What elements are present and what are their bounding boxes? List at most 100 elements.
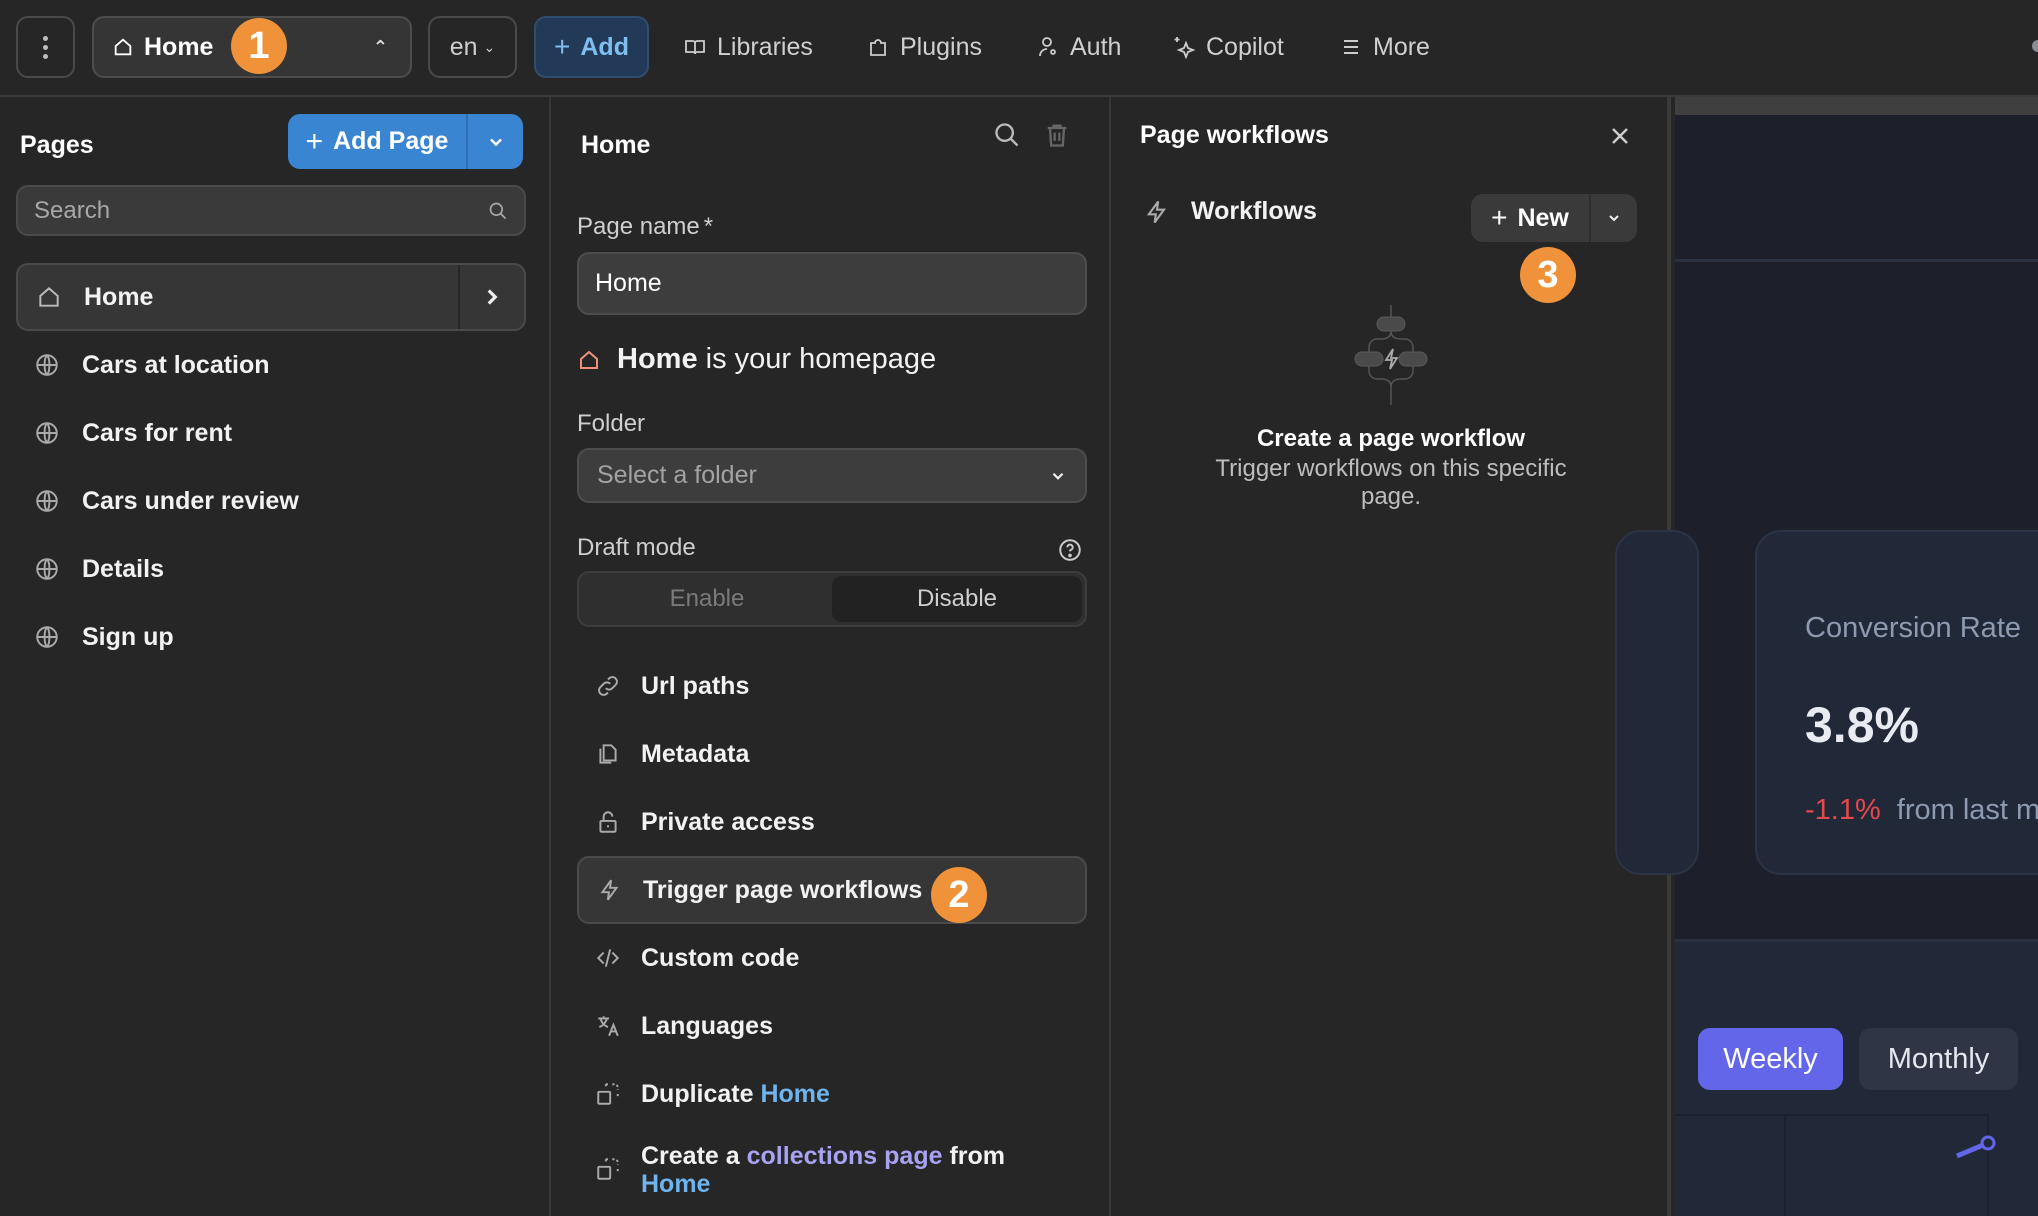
lock-open-icon xyxy=(599,811,617,833)
nav-auth[interactable]: Auth xyxy=(1036,16,1121,78)
globe-icon xyxy=(36,422,58,444)
add-label: Add xyxy=(580,32,629,61)
menu-item-label: Url paths xyxy=(641,671,750,700)
chart-point xyxy=(1980,1135,1996,1151)
nav-plugins-label: Plugins xyxy=(900,32,982,61)
duplicate-icon xyxy=(597,1158,619,1180)
chevron-right-icon xyxy=(487,289,498,305)
search-icon[interactable] xyxy=(993,121,1021,149)
menu-trigger-page-workflows[interactable]: Trigger page workflows xyxy=(577,856,1087,924)
chevron-down-icon xyxy=(1052,472,1064,480)
globe-icon xyxy=(36,354,58,376)
duplicate-page-link: Home xyxy=(760,1079,830,1108)
canvas-preview: Conversion Rate 3.8% -1.1% from last m We… xyxy=(1615,97,2038,1216)
page-item-sign-up[interactable]: Sign up xyxy=(16,603,526,671)
page-item-home[interactable]: Home xyxy=(16,263,526,331)
kebab-vertical-icon xyxy=(43,35,48,59)
page-item-details[interactable]: Details xyxy=(16,535,526,603)
page-name-label: Page name * xyxy=(577,213,713,241)
home-icon xyxy=(580,350,598,369)
language-selector[interactable]: en ⌄ xyxy=(428,16,517,78)
page-list: Home Cars at location Cars for rent Cars… xyxy=(16,263,526,671)
menu-item-label: Custom code xyxy=(641,943,800,972)
menu-private-access[interactable]: Private access xyxy=(577,788,1087,856)
pages-title: Pages xyxy=(20,131,94,159)
page-settings-panel: Home Page name* Home is your homepage Fo… xyxy=(551,97,1111,1216)
page-workflows-title: Page workflows xyxy=(1140,121,1329,149)
menu-metadata[interactable]: Metadata xyxy=(577,720,1087,788)
page-settings-title: Home xyxy=(581,131,651,159)
overflow-indicator xyxy=(2032,40,2038,52)
menu-item-label: Duplicate xyxy=(641,1079,754,1108)
page-name-input[interactable] xyxy=(577,252,1087,315)
menu-item-label: Metadata xyxy=(641,739,750,768)
nav-more[interactable]: More xyxy=(1339,16,1430,78)
folder-label: Folder xyxy=(577,410,646,437)
chevron-down-icon: ⌄ xyxy=(483,38,496,55)
pages-search xyxy=(16,185,526,236)
nav-auth-label: Auth xyxy=(1070,32,1122,61)
homepage-note-name: Home xyxy=(617,343,698,375)
close-icon xyxy=(1612,128,1628,144)
menu-item-label: Languages xyxy=(641,1011,773,1040)
add-page-label: Add Page xyxy=(333,127,449,155)
stat-card-delta-suffix: from last m xyxy=(1896,794,2038,826)
pages-search-input[interactable] xyxy=(34,196,461,225)
sparkles-icon xyxy=(1174,37,1196,59)
page-selector-label: Home xyxy=(144,32,214,61)
puzzle-icon xyxy=(870,39,886,56)
empty-state-subtitle: Trigger workflows on this specific page. xyxy=(1215,455,1567,510)
page-settings-expand-button[interactable] xyxy=(458,265,524,329)
menu-languages[interactable]: Languages xyxy=(577,992,1087,1060)
new-workflow-button[interactable]: + New xyxy=(1471,194,1591,242)
nav-libraries[interactable]: Libraries xyxy=(683,16,813,78)
chart-section: Weekly Monthly xyxy=(1675,939,2038,1216)
top-toolbar: Home ⌃ 1 en ⌄ + Add Libraries Plugins Au… xyxy=(0,0,2038,97)
menu-item-label: Private access xyxy=(641,807,815,836)
draft-mode-enable[interactable]: Enable xyxy=(582,576,832,622)
menu-duplicate-page[interactable]: Duplicate Home xyxy=(577,1060,1087,1128)
more-options-button[interactable] xyxy=(16,16,75,78)
toggle-monthly[interactable]: Monthly xyxy=(1859,1028,2018,1090)
close-button[interactable] xyxy=(1603,119,1637,153)
trash-icon[interactable] xyxy=(1043,121,1071,149)
chevron-down-icon xyxy=(489,138,502,146)
add-page-button[interactable]: + Add Page xyxy=(288,114,468,169)
homepage-note-text: is your homepage xyxy=(705,343,937,375)
stat-card-label: Conversion Rate xyxy=(1805,612,2021,644)
new-workflow-dropdown-button[interactable] xyxy=(1591,194,1637,242)
page-workflows-panel: Page workflows Workflows + New 3 Create … xyxy=(1111,97,1671,1216)
add-page-dropdown-button[interactable] xyxy=(468,114,523,169)
collections-page-link: collections page xyxy=(746,1142,943,1170)
add-button[interactable]: + Add xyxy=(534,16,649,78)
stat-card-delta: -1.1% from last m xyxy=(1805,794,2038,827)
collections-source-link: Home xyxy=(641,1170,711,1198)
help-icon[interactable] xyxy=(1057,537,1083,563)
draft-mode-disable[interactable]: Disable xyxy=(832,576,1082,622)
user-key-icon xyxy=(1039,37,1056,57)
search-icon xyxy=(489,202,507,219)
folder-select[interactable]: Select a folder xyxy=(577,448,1087,503)
stat-card-conversion-rate: Conversion Rate 3.8% -1.1% from last m xyxy=(1755,530,2038,875)
nav-copilot-label: Copilot xyxy=(1206,32,1284,61)
nav-more-label: More xyxy=(1373,32,1430,61)
chevron-up-icon: ⌃ xyxy=(372,36,388,57)
page-item-cars-for-rent[interactable]: Cars for rent xyxy=(16,399,526,467)
globe-icon xyxy=(36,558,58,580)
nav-plugins[interactable]: Plugins xyxy=(866,16,982,78)
homepage-note: Home is your homepage xyxy=(577,343,936,376)
toggle-weekly[interactable]: Weekly xyxy=(1698,1028,1843,1090)
chart-section-divider xyxy=(1675,939,2038,942)
pages-panel: Pages + Add Page Home Cars at location C… xyxy=(0,97,551,1216)
page-item-label: Cars under review xyxy=(82,486,299,515)
page-item-cars-under-review[interactable]: Cars under review xyxy=(16,467,526,535)
home-icon xyxy=(39,287,59,307)
menu-url-paths[interactable]: Url paths xyxy=(577,652,1087,720)
code-icon xyxy=(596,949,620,967)
page-item-cars-at-location[interactable]: Cars at location xyxy=(16,331,526,399)
nav-copilot[interactable]: Copilot xyxy=(1172,16,1284,78)
menu-create-collections-page[interactable]: Create a collections page from Home xyxy=(577,1128,1087,1216)
menu-custom-code[interactable]: Custom code xyxy=(577,924,1087,992)
draft-mode-toggle: Enable Disable xyxy=(577,571,1087,627)
home-icon xyxy=(114,38,132,56)
